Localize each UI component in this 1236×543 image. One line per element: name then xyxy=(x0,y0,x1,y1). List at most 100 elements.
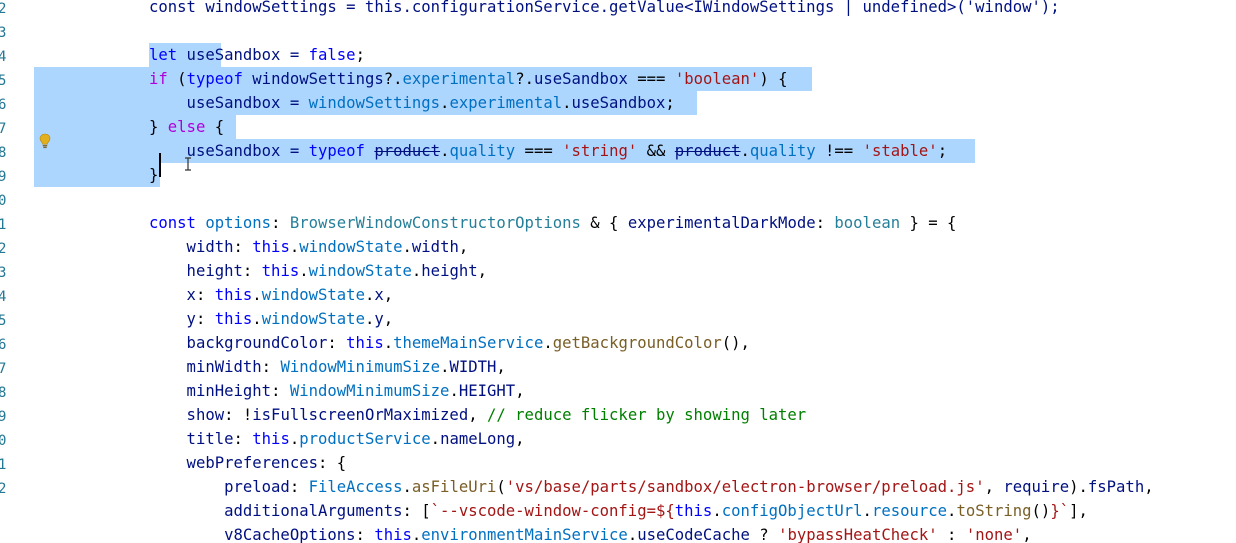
code-line: } xyxy=(149,163,158,187)
code-token: (), xyxy=(721,334,750,352)
code-token: ; xyxy=(937,142,948,160)
code-token: height xyxy=(149,262,243,280)
code-token: WIDTH xyxy=(449,358,497,376)
code-token: . xyxy=(627,526,638,543)
line-number: 0 xyxy=(0,193,6,209)
code-token: . xyxy=(862,502,872,520)
line-number: 8 xyxy=(0,385,6,401)
code-line: additionalArguments: [`--vscode-window-c… xyxy=(149,499,1088,523)
selection-highlight xyxy=(34,163,160,187)
code-token: . xyxy=(430,430,441,448)
code-token: . xyxy=(449,382,459,400)
code-token: . xyxy=(289,238,300,256)
code-token: webPreferences xyxy=(149,454,318,472)
code-token: . xyxy=(411,526,422,543)
code-token: typeof xyxy=(308,142,365,160)
code-token: this xyxy=(346,334,384,352)
code-token: . xyxy=(289,430,300,448)
code-token: 'string' xyxy=(562,142,638,160)
line-number: 5 xyxy=(0,313,6,329)
code-token: : xyxy=(233,430,253,448)
code-token: const windowSettings = this.configuratio… xyxy=(149,0,1060,16)
code-token: . xyxy=(712,502,722,520)
line-number: 2 xyxy=(0,1,6,17)
code-token: height xyxy=(421,262,478,280)
code-token: useSandbox xyxy=(533,70,628,88)
code-token: 'bypassHeatCheck' xyxy=(778,526,938,543)
code-token: const xyxy=(149,214,196,232)
code-token: . xyxy=(364,310,375,328)
code-token: , xyxy=(1022,526,1032,543)
code-token: if xyxy=(149,70,168,88)
code-token: resource xyxy=(871,502,948,520)
code-token: , xyxy=(515,430,525,448)
code-token: WindowMinimumSize xyxy=(289,382,450,400)
code-token: minWidth xyxy=(149,358,262,376)
code-token: useSandbox = xyxy=(177,46,309,64)
code-token: ( xyxy=(496,478,506,496)
code-token: windowState xyxy=(261,310,365,328)
code-token: let xyxy=(149,46,178,64)
line-number: 6 xyxy=(0,337,6,353)
code-token: experimentalDarkMode xyxy=(627,214,816,232)
code-token: width xyxy=(149,238,234,256)
code-token: this xyxy=(252,430,290,448)
code-token: FileAccess xyxy=(308,478,403,496)
code-token: . xyxy=(252,286,262,304)
code-token: . xyxy=(299,262,309,280)
code-token: useSandbox = xyxy=(149,142,309,160)
code-token: false xyxy=(308,46,356,64)
code-token: this xyxy=(214,310,253,328)
code-token: ). xyxy=(1069,478,1088,496)
code-token: === xyxy=(515,142,563,160)
code-token: x xyxy=(149,286,196,304)
code-token: windowState xyxy=(299,238,403,256)
code-token: }` xyxy=(1050,502,1070,520)
code-token: !== xyxy=(815,142,863,160)
code-token: environmentMainService xyxy=(421,526,628,543)
code-line: webPreferences: { xyxy=(149,451,347,475)
code-token: WindowMinimumSize xyxy=(280,358,441,376)
line-number: 3 xyxy=(0,25,6,41)
code-token: : xyxy=(271,382,290,400)
code-token: , xyxy=(1144,478,1154,496)
code-line: } else { xyxy=(149,115,224,139)
code-token: : xyxy=(261,358,281,376)
code-token: experimental xyxy=(402,70,516,88)
code-line: backgroundColor: this.themeMainService.g… xyxy=(149,331,750,355)
code-line: minWidth: WindowMinimumSize.WIDTH, xyxy=(149,355,506,379)
code-token: windowState xyxy=(261,286,365,304)
code-token: : [ xyxy=(402,502,431,520)
code-line: const windowSettings = this.configuratio… xyxy=(149,0,1060,19)
code-token: ; xyxy=(355,46,365,64)
code-token: quality xyxy=(749,142,816,160)
code-editor[interactable]: 2 3 4 5 6 7 8 9 0 1 2 3 4 5 6 7 8 9 0 1 2 const windowSettin… xyxy=(0,0,1236,543)
code-token: isFullscreenOrMaximized xyxy=(252,406,469,424)
code-token: , xyxy=(468,406,487,424)
code-token: getBackgroundColor xyxy=(552,334,722,352)
code-token: . xyxy=(740,142,750,160)
code-line: useSandbox = windowSettings.experimental… xyxy=(149,91,675,115)
code-token: , xyxy=(383,310,394,328)
code-token: : xyxy=(233,238,253,256)
line-number: 4 xyxy=(0,49,6,65)
code-token: asFileUri xyxy=(411,478,497,496)
code-token: : xyxy=(195,310,215,328)
code-token: . xyxy=(543,334,553,352)
code-token: product xyxy=(674,142,741,160)
line-number: 8 xyxy=(0,145,6,161)
text-cursor-icon xyxy=(185,157,191,171)
code-token: === xyxy=(627,70,675,88)
code-token: : { xyxy=(318,454,347,472)
code-token: } = { xyxy=(900,214,957,232)
text-cursor-caret xyxy=(159,153,161,177)
lightbulb-icon[interactable] xyxy=(38,133,52,149)
code-line: y: this.windowState.y, xyxy=(149,307,394,331)
code-token: configObjectUrl xyxy=(721,502,863,520)
line-number: 0 xyxy=(0,433,6,449)
code-token: . xyxy=(402,478,412,496)
code-token: : xyxy=(242,262,262,280)
code-token: : xyxy=(289,478,309,496)
code-token: useSandbox = xyxy=(149,94,309,112)
code-token: this xyxy=(252,238,290,256)
